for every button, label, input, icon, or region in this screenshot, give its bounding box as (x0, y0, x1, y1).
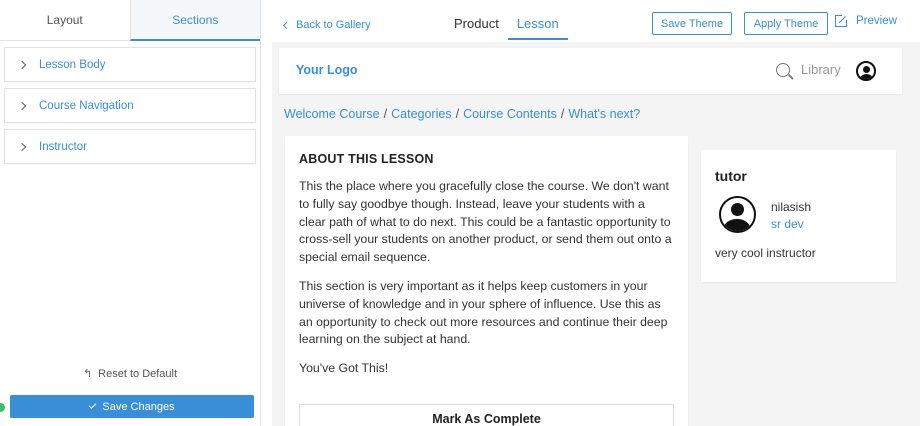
user-account-icon[interactable] (856, 61, 876, 81)
lesson-heading: ABOUT THIS LESSON (299, 152, 434, 166)
breadcrumb-welcome-course[interactable]: Welcome Course (284, 107, 380, 121)
lesson-paragraph: You've Got This! (299, 361, 389, 376)
breadcrumb: Welcome Course / Categories / Course Content… (284, 107, 640, 121)
save-changes-label: Save Changes (102, 400, 175, 413)
section-item-course-navigation[interactable]: Course Navigation (4, 88, 256, 123)
section-item-lesson-body[interactable]: Lesson Body (4, 47, 256, 82)
chevron-right-icon (17, 142, 27, 151)
chevron-left-icon (282, 21, 291, 29)
tab-lesson[interactable]: Lesson (507, 10, 568, 40)
breadcrumb-separator: / (560, 107, 565, 121)
undo-arrow-icon: ↰ (82, 368, 93, 380)
instructor-description: very cool instructor (715, 246, 816, 260)
tab-sections[interactable]: Sections (129, 0, 260, 41)
mark-as-complete-button[interactable]: Mark As Complete (299, 404, 674, 426)
breadcrumb-whats-next[interactable]: What's next? (568, 107, 640, 121)
external-link-icon (835, 14, 848, 27)
breadcrumb-separator: / (455, 107, 460, 121)
preview-canvas: Your Logo Library Welcome Course / Categor… (272, 42, 920, 426)
preview-label: Preview (856, 15, 897, 27)
editor-topbar: Back to Gallery Product Lesson Save Them… (262, 0, 920, 42)
search-icon[interactable] (776, 63, 790, 77)
preview-link[interactable]: Preview (835, 14, 897, 27)
section-item-instructor[interactable]: Instructor (4, 129, 256, 164)
breadcrumb-course-contents[interactable]: Course Contents (463, 107, 557, 121)
lesson-body: ABOUT THIS LESSON This the place where y… (285, 136, 688, 426)
tab-product[interactable]: Product (445, 10, 508, 40)
sidebar-tabs: Layout Sections (0, 0, 260, 41)
apply-theme-button[interactable]: Apply Theme (744, 12, 828, 35)
tab-layout[interactable]: Layout (0, 0, 130, 41)
lesson-paragraph: This section is very important as it hel… (299, 278, 668, 347)
avatar (719, 196, 756, 233)
sections-accordion: Lesson Body Course Navigation Instructor (4, 47, 256, 164)
chevron-right-icon (17, 101, 27, 110)
lesson-paragraph: This the place where you gracefully clos… (299, 179, 672, 265)
check-icon (89, 401, 97, 409)
editor-sidebar: Layout Sections Lesson Body Course Navig… (0, 0, 261, 426)
site-header: Your Logo Library (279, 48, 902, 94)
library-link[interactable]: Library (801, 62, 841, 77)
chevron-right-icon (17, 60, 27, 69)
reset-to-default-link[interactable]: ↰ Reset to Default (0, 367, 260, 380)
instructor-heading: tutor (715, 168, 747, 184)
site-logo[interactable]: Your Logo (296, 63, 358, 77)
section-item-label: Lesson Body (39, 58, 106, 71)
back-label: Back to Gallery (296, 19, 371, 31)
section-item-label: Instructor (39, 140, 87, 153)
instructor-role: sr dev (771, 217, 804, 231)
save-changes-button[interactable]: Save Changes (10, 395, 254, 418)
instructor-card: tutor nilasish sr dev very cool instruct… (701, 150, 896, 282)
instructor-name: nilasish (771, 200, 812, 214)
back-to-gallery-link[interactable]: Back to Gallery (282, 19, 371, 31)
page-type-tabs: Product Lesson (445, 10, 568, 40)
breadcrumb-categories[interactable]: Categories (391, 107, 451, 121)
save-theme-button[interactable]: Save Theme (652, 12, 732, 35)
section-item-label: Course Navigation (39, 99, 134, 112)
reset-label: Reset to Default (98, 368, 178, 380)
breadcrumb-separator: / (383, 107, 388, 121)
